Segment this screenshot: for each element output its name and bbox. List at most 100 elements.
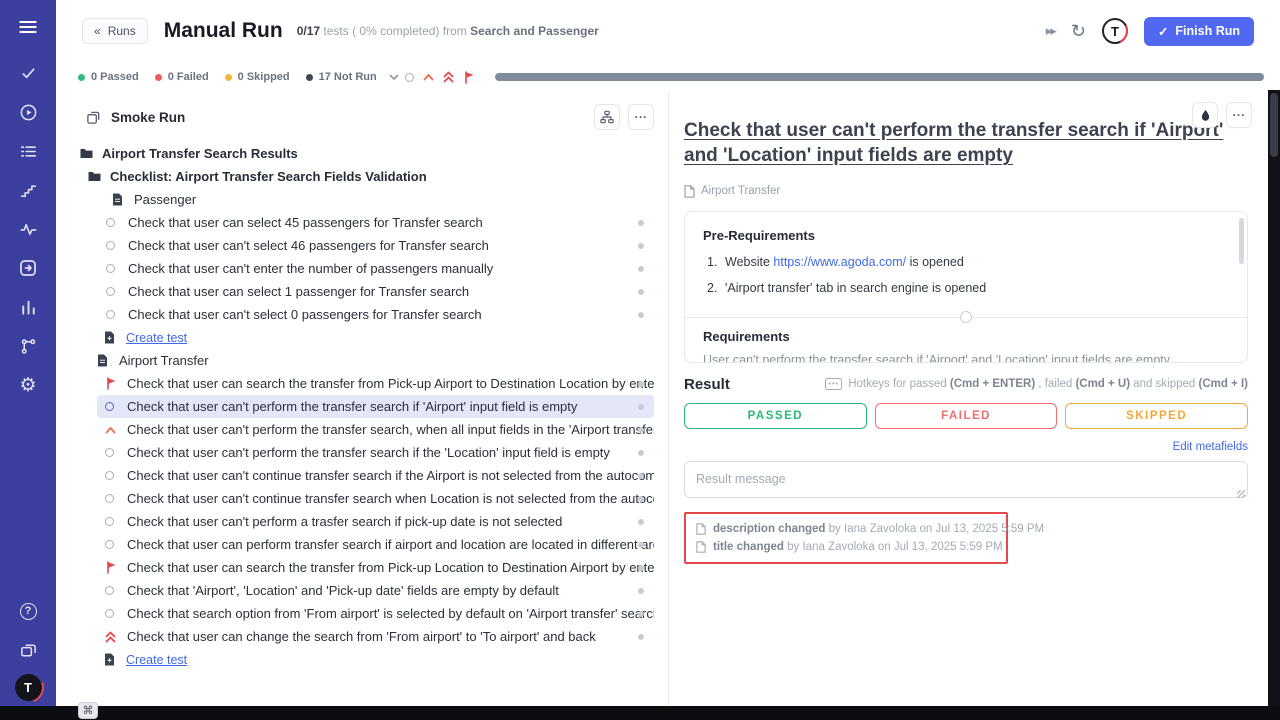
tree-hierarchy-button[interactable] — [594, 104, 620, 130]
pulse-icon[interactable] — [12, 214, 44, 244]
status-dot — [225, 74, 232, 81]
tree-node-label: Check that user can perform transfer sea… — [127, 537, 654, 552]
card-scrollbar-thumb[interactable] — [1239, 218, 1244, 264]
tree-node-label: Check that user can select 1 passenger f… — [128, 284, 495, 299]
help-icon[interactable]: ? — [12, 596, 44, 626]
tree-node-test[interactable]: Check that search option from 'From airp… — [97, 602, 654, 625]
tree-node-label: Check that user can't continue transfer … — [127, 468, 654, 483]
branches-icon[interactable] — [12, 331, 44, 361]
scrollbar-thumb[interactable] — [1270, 93, 1278, 157]
tree-node-test[interactable]: Check that user can't perform the transf… — [97, 418, 654, 441]
tree-node-test[interactable]: Check that user can't perform the transf… — [97, 395, 654, 418]
tree-node-test[interactable]: Check that user can select 1 passenger f… — [98, 280, 654, 303]
chevron-down-icon[interactable] — [389, 74, 399, 81]
not-run-icon — [106, 241, 120, 250]
edit-metafields-link[interactable]: Edit metafields — [1173, 441, 1248, 453]
tree-node-test[interactable]: Check that user can't enter the number o… — [98, 257, 654, 280]
test-title[interactable]: Check that user can't perform the transf… — [684, 118, 1229, 169]
runs-play-icon[interactable] — [12, 97, 44, 127]
changelog-row: title changed by Iana Zavoloka on Jul 13… — [696, 538, 996, 556]
tree-node-test[interactable]: Check that user can't continue transfer … — [97, 487, 654, 510]
back-label: Runs — [108, 24, 136, 38]
hotkeys-hint: ••• Hotkeys for passed (Cmd + ENTER) , f… — [825, 378, 1248, 390]
tree-node-test[interactable]: Check that user can't select 0 passenger… — [98, 303, 654, 326]
suite-tag[interactable]: Airport Transfer — [684, 185, 1248, 198]
steps-icon[interactable] — [12, 175, 44, 205]
finish-run-button[interactable]: ✓ Finish Run — [1144, 17, 1254, 46]
tree-node-test[interactable]: Check that user can search the transfer … — [97, 556, 654, 579]
keyboard-icon: ••• — [825, 378, 842, 390]
verdict-button-failed[interactable]: FAILED — [875, 403, 1058, 429]
page-icon — [684, 185, 695, 198]
not-run-icon — [105, 609, 119, 618]
test-meta-dot — [638, 220, 644, 226]
plans-list-icon[interactable] — [12, 136, 44, 166]
flag-icon[interactable] — [463, 71, 475, 84]
tree-node-test[interactable]: Check that 'Airport', 'Location' and 'Pi… — [97, 579, 654, 602]
tree-node-label: Check that user can't perform the transf… — [127, 399, 603, 414]
progress-text: tests ( 0% completed) from — [320, 24, 470, 38]
tree-node-label: Check that user can select 45 passengers… — [128, 215, 509, 230]
tree-node-test[interactable]: Check that user can't perform a trasfer … — [97, 510, 654, 533]
test-tree-panel: Smoke Run ... Airport Transfer Search Re… — [56, 92, 669, 706]
priority-high-icon[interactable] — [423, 73, 434, 81]
tree-node-folder[interactable]: Airport Transfer Search Results — [72, 142, 654, 165]
verdict-button-skipped[interactable]: SKIPPED — [1065, 403, 1248, 429]
not-run-circle-icon[interactable] — [405, 73, 414, 82]
run-progress-summary: 0/17 tests ( 0% completed) from Search a… — [297, 24, 599, 38]
bottom-bar — [0, 706, 1280, 720]
fast-forward-icon[interactable]: ▸▸ — [1046, 23, 1055, 39]
account-logo-avatar[interactable]: T — [1102, 18, 1128, 44]
create-icon — [104, 653, 118, 666]
menu-icon[interactable] — [12, 12, 44, 42]
resize-handle[interactable] — [960, 311, 972, 323]
page-title: Manual Run — [164, 19, 283, 43]
changelog-box: description changed by Iana Zavoloka on … — [684, 512, 1008, 564]
tree-node-test[interactable]: Check that user can perform transfer sea… — [97, 533, 654, 556]
tree-node-folder[interactable]: Checklist: Airport Transfer Search Field… — [80, 165, 654, 188]
user-avatar[interactable]: T — [15, 674, 42, 701]
analytics-chart-icon[interactable] — [12, 292, 44, 322]
tree-node-test[interactable]: Check that user can search the transfer … — [97, 372, 654, 395]
tree-node-label: Passenger — [134, 192, 222, 207]
tests-check-icon[interactable] — [12, 58, 44, 88]
tree-title: Smoke Run — [111, 110, 185, 125]
page-scrollbar[interactable] — [1268, 90, 1280, 720]
tree-node-doc[interactable]: Airport Transfer — [89, 349, 654, 372]
tree-node-test[interactable]: Check that user can't perform the transf… — [97, 441, 654, 464]
tree-node-label: Check that user can't select 46 passenge… — [128, 238, 515, 253]
flag-icon — [105, 561, 119, 574]
tree-node-test[interactable]: Check that user can change the search fr… — [97, 625, 654, 648]
not-run-icon — [105, 448, 119, 457]
tree-node-label: Check that search option from 'From airp… — [127, 606, 654, 621]
not-run-icon — [105, 540, 119, 549]
tree-node-create[interactable]: Create test — [96, 326, 654, 349]
tree-node-test[interactable]: Check that user can't select 46 passenge… — [98, 234, 654, 257]
test-meta-dot — [638, 519, 644, 525]
folder-icon — [80, 148, 94, 159]
verdict-button-passed[interactable]: PASSED — [684, 403, 867, 429]
status-dot — [155, 74, 162, 81]
legend-item: 0 Skipped — [225, 71, 290, 83]
run-header: « Runs Manual Run 0/17 tests ( 0% comple… — [56, 0, 1280, 62]
detail-more-button[interactable]: ... — [1226, 102, 1252, 128]
tree-node-label: Check that user can search the transfer … — [127, 376, 654, 391]
tree-node-doc[interactable]: Passenger — [104, 188, 654, 211]
tree-node-label: Create test — [126, 653, 213, 667]
tree-node-test[interactable]: Check that user can select 45 passengers… — [98, 211, 654, 234]
history-timer-icon[interactable]: ↻ — [1071, 22, 1086, 40]
test-meta-dot — [638, 496, 644, 502]
settings-gear-icon[interactable]: ⚙ — [12, 370, 44, 400]
result-message-input[interactable] — [684, 461, 1248, 498]
back-to-runs-button[interactable]: « Runs — [82, 18, 148, 44]
tree-more-button[interactable]: ... — [628, 104, 654, 130]
textarea-resize-grip[interactable] — [1237, 490, 1245, 498]
tree-node-create[interactable]: Create test — [96, 648, 654, 671]
prereq-link[interactable]: https://www.agoda.com/ — [773, 255, 906, 269]
run-box-icon[interactable] — [12, 253, 44, 283]
priority-highest-icon[interactable] — [443, 71, 454, 83]
water-drop-button[interactable] — [1192, 102, 1218, 128]
projects-icon[interactable] — [12, 635, 44, 665]
tree-node-test[interactable]: Check that user can't continue transfer … — [97, 464, 654, 487]
tree-node-label: Create test — [126, 331, 213, 345]
